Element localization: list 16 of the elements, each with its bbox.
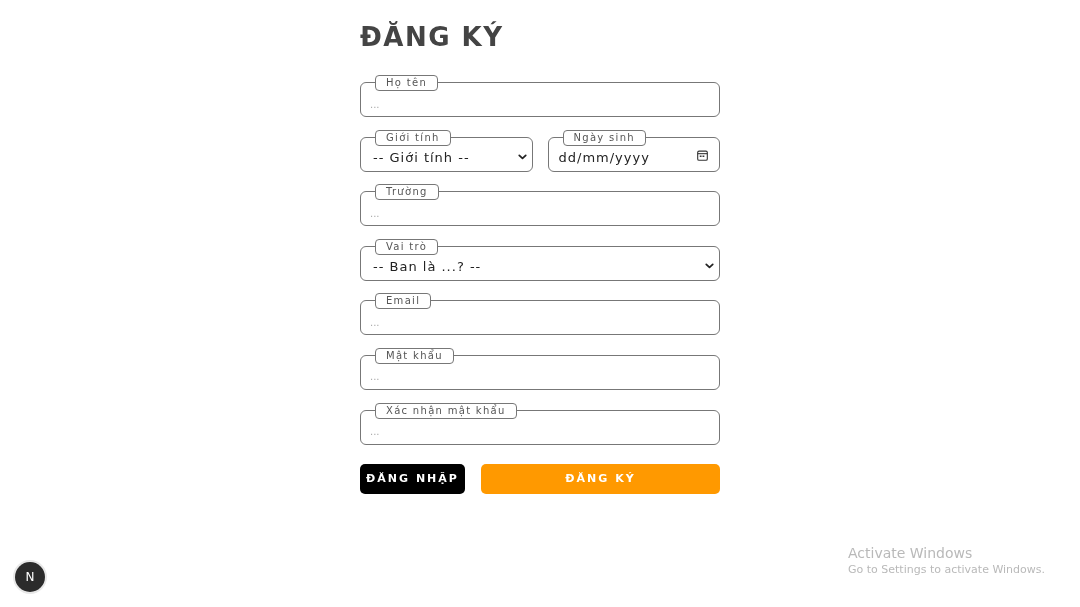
activation-title: Activate Windows (848, 544, 974, 562)
field-label: Xác nhận mật khẩu (375, 402, 517, 419)
chevron-down-icon (517, 154, 527, 161)
calendar-icon[interactable] (697, 149, 708, 161)
activation-text: Go to Settings to activate Windows. (848, 562, 1046, 578)
page-title: ĐĂNG KÝ (360, 20, 505, 54)
field-label: Giới tính (375, 129, 451, 146)
field-label: Mật khẩu (375, 347, 454, 364)
field-label: Email (375, 293, 432, 310)
chevron-down-icon (705, 263, 714, 270)
login-button[interactable]: ĐĂNG NHẬP (360, 463, 465, 494)
field-label: Trường (375, 184, 439, 201)
field-label: Họ tên (375, 75, 439, 91)
field-label: Ngày sinh (562, 129, 646, 146)
dev-tools-badge[interactable]: N (15, 562, 45, 592)
field-label: Vai trò (375, 238, 439, 255)
